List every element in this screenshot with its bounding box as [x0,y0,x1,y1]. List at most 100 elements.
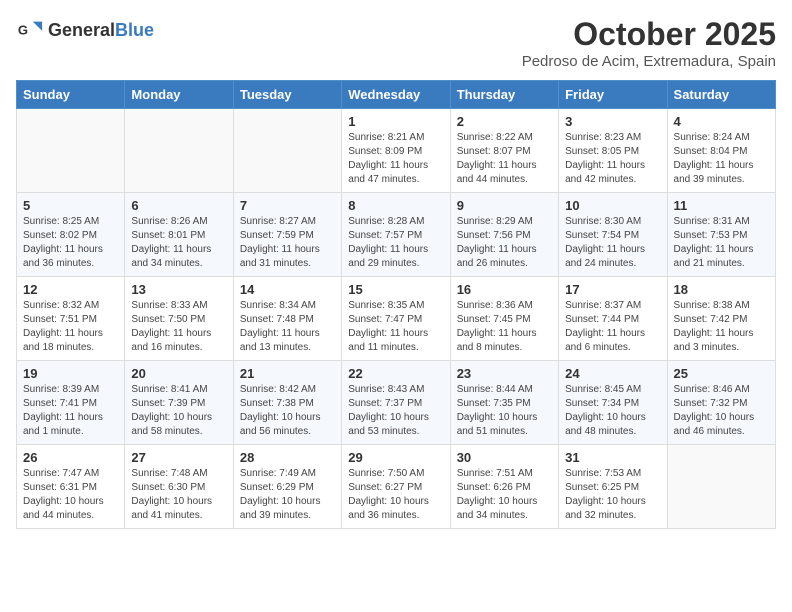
day-number: 5 [23,198,118,213]
day-number: 27 [131,450,226,465]
logo-text-blue: Blue [115,20,154,40]
calendar-cell: 12 Sunrise: 8:32 AM Sunset: 7:51 PM Dayli… [17,277,125,361]
day-number: 29 [348,450,443,465]
calendar-cell: 11 Sunrise: 8:31 AM Sunset: 7:53 PM Dayli… [667,193,775,277]
weekday-header-friday: Friday [559,81,667,109]
day-number: 17 [565,282,660,297]
calendar-cell: 14 Sunrise: 8:34 AM Sunset: 7:48 PM Dayli… [233,277,341,361]
weekday-header-monday: Monday [125,81,233,109]
day-info: Sunrise: 8:30 AM Sunset: 7:54 PM Dayligh… [565,215,660,271]
day-number: 19 [23,366,118,381]
day-number: 13 [131,282,226,297]
day-info: Sunrise: 7:47 AM Sunset: 6:31 PM Dayligh… [23,467,118,523]
weekday-header-saturday: Saturday [667,81,775,109]
week-row-1: 1Sunrise: 8:21 AM Sunset: 8:09 PM Daylig… [17,109,776,193]
day-number: 1 [348,114,443,129]
day-info: Sunrise: 8:36 AM Sunset: 7:45 PM Dayligh… [457,299,552,355]
day-number: 9 [457,198,552,213]
day-info: Sunrise: 7:49 AM Sunset: 6:29 PM Dayligh… [240,467,335,523]
week-row-4: 19 Sunrise: 8:39 AM Sunset: 7:41 PM Dayli… [17,361,776,445]
day-number: 28 [240,450,335,465]
weekday-header-row: SundayMondayTuesdayWednesdayThursdayFrid… [17,81,776,109]
calendar-cell [667,445,775,529]
day-number: 25 [674,366,769,381]
weekday-header-sunday: Sunday [17,81,125,109]
day-info: Sunrise: 8:41 AM Sunset: 7:39 PM Dayligh… [131,383,226,439]
day-info: Sunrise: 8:43 AM Sunset: 7:37 PM Dayligh… [348,383,443,439]
day-number: 14 [240,282,335,297]
day-number: 7 [240,198,335,213]
week-row-3: 12 Sunrise: 8:32 AM Sunset: 7:51 PM Dayli… [17,277,776,361]
day-number: 10 [565,198,660,213]
day-info: Sunrise: 7:50 AM Sunset: 6:27 PM Dayligh… [348,467,443,523]
day-info: Sunrise: 8:32 AM Sunset: 7:51 PM Dayligh… [23,299,118,355]
calendar-cell: 20 Sunrise: 8:41 AM Sunset: 7:39 PM Dayli… [125,361,233,445]
calendar-cell: 2Sunrise: 8:22 AM Sunset: 8:07 PM Daylig… [450,109,558,193]
calendar-cell: 16 Sunrise: 8:36 AM Sunset: 7:45 PM Dayli… [450,277,558,361]
day-info: Sunrise: 7:48 AM Sunset: 6:30 PM Dayligh… [131,467,226,523]
calendar-cell: 18Sunrise: 8:38 AM Sunset: 7:42 PM Dayli… [667,277,775,361]
calendar-cell: 7Sunrise: 8:27 AM Sunset: 7:59 PM Daylig… [233,193,341,277]
day-info: Sunrise: 8:23 AM Sunset: 8:05 PM Dayligh… [565,131,660,187]
day-number: 4 [674,114,769,129]
calendar-cell: 9 Sunrise: 8:29 AM Sunset: 7:56 PM Daylig… [450,193,558,277]
day-info: Sunrise: 7:51 AM Sunset: 6:26 PM Dayligh… [457,467,552,523]
day-number: 12 [23,282,118,297]
month-title: October 2025 [522,16,776,53]
logo-icon: G [16,16,44,44]
calendar-cell: 28 Sunrise: 7:49 AM Sunset: 6:29 PM Dayli… [233,445,341,529]
day-info: Sunrise: 8:46 AM Sunset: 7:32 PM Dayligh… [674,383,769,439]
day-number: 23 [457,366,552,381]
day-info: Sunrise: 8:39 AM Sunset: 7:41 PM Dayligh… [23,383,118,439]
day-info: Sunrise: 8:22 AM Sunset: 8:07 PM Dayligh… [457,131,552,187]
calendar-cell: 1Sunrise: 8:21 AM Sunset: 8:09 PM Daylig… [342,109,450,193]
day-info: Sunrise: 8:29 AM Sunset: 7:56 PM Dayligh… [457,215,552,271]
logo: G GeneralBlue [16,16,154,44]
calendar-cell: 10 Sunrise: 8:30 AM Sunset: 7:54 PM Dayli… [559,193,667,277]
day-number: 3 [565,114,660,129]
calendar-cell: 19 Sunrise: 8:39 AM Sunset: 7:41 PM Dayli… [17,361,125,445]
calendar-cell: 13 Sunrise: 8:33 AM Sunset: 7:50 PM Dayli… [125,277,233,361]
day-info: Sunrise: 8:33 AM Sunset: 7:50 PM Dayligh… [131,299,226,355]
calendar-cell: 24 Sunrise: 8:45 AM Sunset: 7:34 PM Dayli… [559,361,667,445]
day-number: 26 [23,450,118,465]
calendar-cell: 26 Sunrise: 7:47 AM Sunset: 6:31 PM Dayli… [17,445,125,529]
day-number: 24 [565,366,660,381]
location-title: Pedroso de Acim, Extremadura, Spain [522,53,776,70]
day-number: 30 [457,450,552,465]
day-number: 18 [674,282,769,297]
day-info: Sunrise: 8:45 AM Sunset: 7:34 PM Dayligh… [565,383,660,439]
day-number: 6 [131,198,226,213]
day-number: 31 [565,450,660,465]
calendar-cell: 22 Sunrise: 8:43 AM Sunset: 7:37 PM Dayli… [342,361,450,445]
calendar-cell: 15Sunrise: 8:35 AM Sunset: 7:47 PM Dayli… [342,277,450,361]
day-number: 11 [674,198,769,213]
week-row-5: 26 Sunrise: 7:47 AM Sunset: 6:31 PM Dayli… [17,445,776,529]
calendar-cell: 8Sunrise: 8:28 AM Sunset: 7:57 PM Daylig… [342,193,450,277]
day-info: Sunrise: 8:24 AM Sunset: 8:04 PM Dayligh… [674,131,769,187]
calendar-cell: 25 Sunrise: 8:46 AM Sunset: 7:32 PM Dayli… [667,361,775,445]
day-info: Sunrise: 8:31 AM Sunset: 7:53 PM Dayligh… [674,215,769,271]
calendar-cell: 31Sunrise: 7:53 AM Sunset: 6:25 PM Dayli… [559,445,667,529]
calendar-cell: 6 Sunrise: 8:26 AM Sunset: 8:01 PM Daylig… [125,193,233,277]
day-number: 16 [457,282,552,297]
day-number: 22 [348,366,443,381]
day-info: Sunrise: 8:26 AM Sunset: 8:01 PM Dayligh… [131,215,226,271]
calendar-body: 1Sunrise: 8:21 AM Sunset: 8:09 PM Daylig… [17,109,776,529]
weekday-header-thursday: Thursday [450,81,558,109]
day-number: 20 [131,366,226,381]
calendar-cell: 5Sunrise: 8:25 AM Sunset: 8:02 PM Daylig… [17,193,125,277]
calendar-cell: 17Sunrise: 8:37 AM Sunset: 7:44 PM Dayli… [559,277,667,361]
day-number: 21 [240,366,335,381]
calendar-cell [17,109,125,193]
calendar-cell: 23Sunrise: 8:44 AM Sunset: 7:35 PM Dayli… [450,361,558,445]
day-info: Sunrise: 8:34 AM Sunset: 7:48 PM Dayligh… [240,299,335,355]
calendar-cell: 27 Sunrise: 7:48 AM Sunset: 6:30 PM Dayli… [125,445,233,529]
weekday-header-tuesday: Tuesday [233,81,341,109]
svg-text:G: G [18,23,28,38]
calendar-cell: 4 Sunrise: 8:24 AM Sunset: 8:04 PM Daylig… [667,109,775,193]
page-header: G GeneralBlue October 2025 Pedroso de Ac… [16,16,776,70]
calendar-cell [233,109,341,193]
calendar-cell [125,109,233,193]
title-area: October 2025 Pedroso de Acim, Extremadur… [522,16,776,70]
